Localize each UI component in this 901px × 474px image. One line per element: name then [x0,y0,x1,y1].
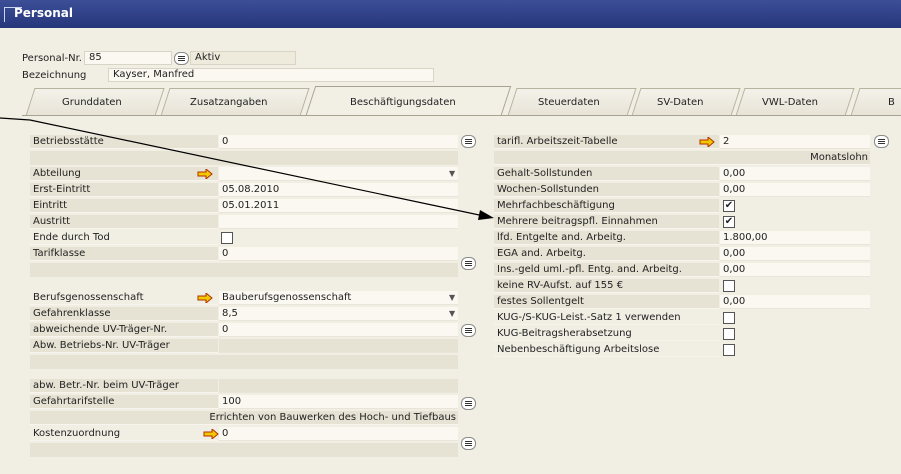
annotation-arrow-icon [0,117,494,220]
